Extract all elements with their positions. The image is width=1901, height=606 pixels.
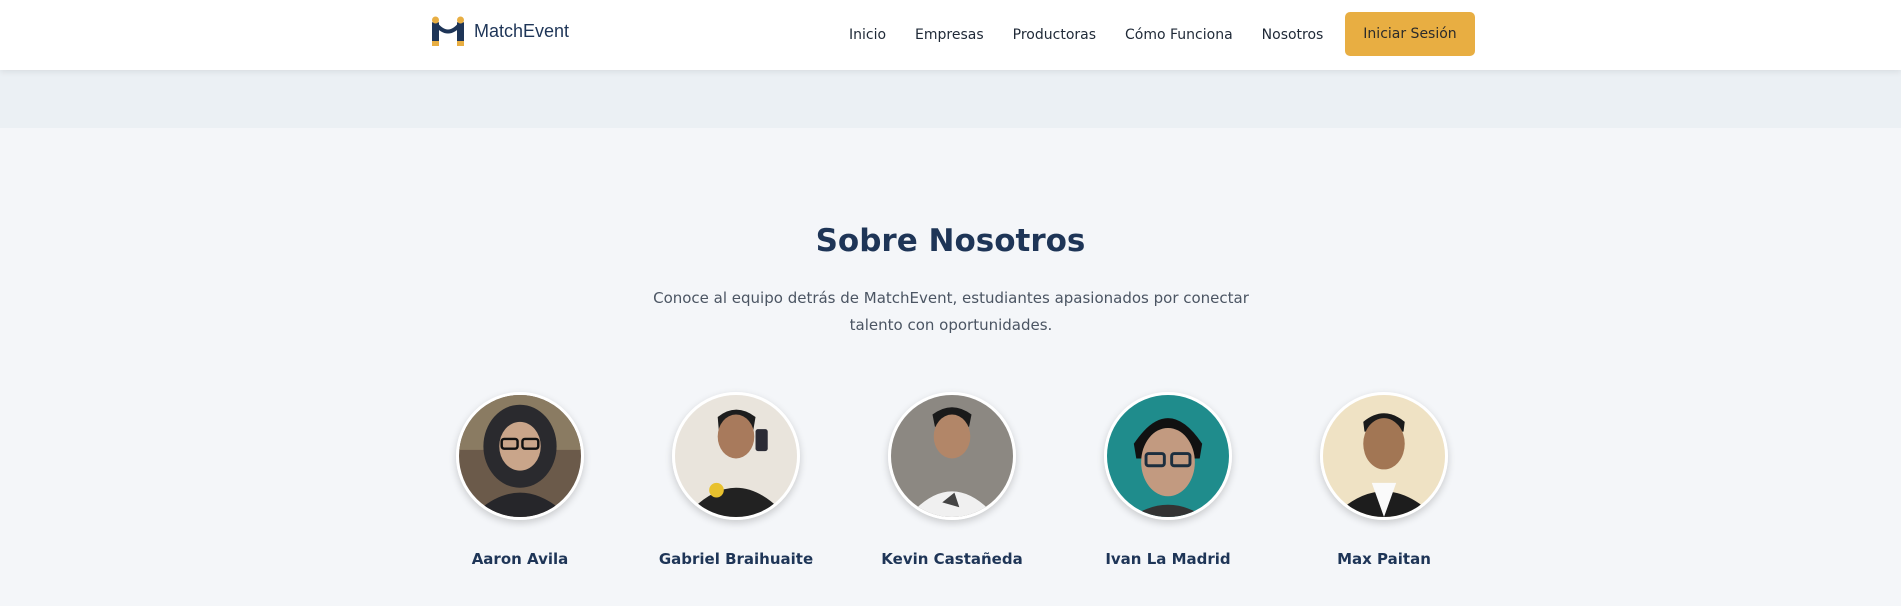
team-grid: Aaron Avila Gabriel Braihuaite Kevin Cas… bbox=[0, 392, 1901, 592]
member-name: Gabriel Braihuaite bbox=[658, 550, 814, 568]
member-photo-image bbox=[891, 395, 1013, 517]
nav-link-productoras[interactable]: Productoras bbox=[1013, 27, 1096, 43]
navbar: MatchEvent Inicio Empresas Productoras C… bbox=[0, 0, 1901, 70]
main-nav: Inicio Empresas Productoras Cómo Funcion… bbox=[849, 0, 1323, 70]
brand-name: MatchEvent bbox=[474, 20, 570, 41]
team-member-card: Kevin Castañeda bbox=[852, 392, 1052, 592]
member-photo-image bbox=[1323, 395, 1445, 517]
about-section: Sobre Nosotros Conoce al equipo detrás d… bbox=[0, 128, 1901, 606]
section-title: Sobre Nosotros bbox=[815, 223, 1086, 259]
member-name: Ivan La Madrid bbox=[1105, 550, 1231, 568]
member-photo bbox=[456, 392, 584, 520]
member-photo-image bbox=[1107, 395, 1229, 517]
hero-section-bottom bbox=[0, 70, 1901, 128]
member-photo bbox=[888, 392, 1016, 520]
team-member-card: Gabriel Braihuaite bbox=[636, 392, 836, 592]
login-button[interactable]: Iniciar Sesión bbox=[1345, 12, 1475, 56]
nav-link-nosotros[interactable]: Nosotros bbox=[1262, 27, 1324, 43]
member-photo-image bbox=[675, 395, 797, 517]
member-photo bbox=[672, 392, 800, 520]
member-name: Kevin Castañeda bbox=[881, 550, 1023, 568]
member-name: Aaron Avila bbox=[471, 550, 569, 568]
team-member-card: Ivan La Madrid bbox=[1068, 392, 1268, 592]
team-member-card: Max Paitan bbox=[1284, 392, 1484, 592]
nav-link-empresas[interactable]: Empresas bbox=[915, 27, 984, 43]
member-name: Max Paitan bbox=[1337, 550, 1431, 568]
member-photo bbox=[1104, 392, 1232, 520]
section-subtitle: Conoce al equipo detrás de MatchEvent, e… bbox=[653, 289, 1249, 334]
nav-link-como-funciona[interactable]: Cómo Funciona bbox=[1125, 27, 1233, 43]
match-event-logo-icon bbox=[432, 16, 464, 46]
nav-link-inicio[interactable]: Inicio bbox=[849, 27, 886, 43]
member-photo-image bbox=[459, 395, 581, 517]
member-photo bbox=[1320, 392, 1448, 520]
team-member-card: Aaron Avila bbox=[420, 392, 620, 592]
brand-logo[interactable]: MatchEvent bbox=[430, 14, 569, 48]
